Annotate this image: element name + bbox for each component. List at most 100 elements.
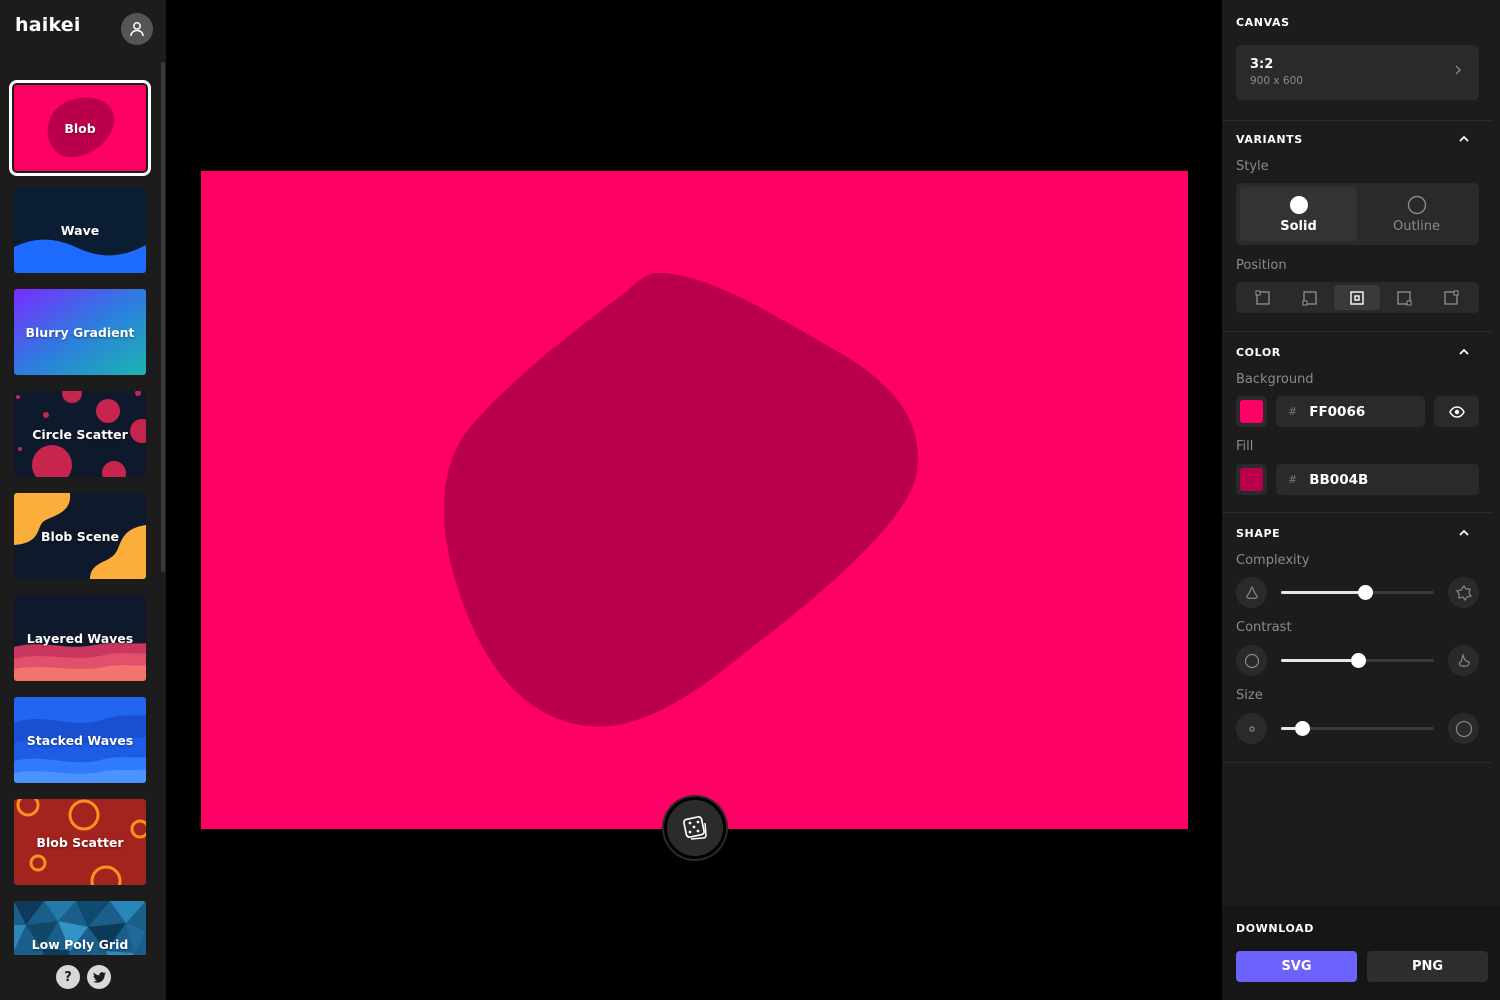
slider-fill xyxy=(1281,591,1366,594)
help-icon: ? xyxy=(64,969,72,985)
dice-icon xyxy=(683,816,707,840)
divider xyxy=(1222,512,1492,513)
generator-card-layered-waves[interactable]: Layered Waves xyxy=(14,595,146,681)
position-top-left-button[interactable] xyxy=(1240,285,1286,310)
size-slider[interactable] xyxy=(1281,721,1434,736)
circle-icon xyxy=(1244,653,1259,668)
twitter-button[interactable] xyxy=(87,965,111,989)
sidebar-scrollbar[interactable] xyxy=(161,62,165,572)
small-circle-icon xyxy=(1248,725,1255,732)
generator-card-stacked-waves[interactable]: Stacked Waves xyxy=(14,697,146,783)
sidebar-footer: ? xyxy=(0,955,166,1000)
generator-card-blob-scatter[interactable]: Blob Scatter xyxy=(14,799,146,885)
hash-symbol: # xyxy=(1288,473,1298,486)
complexity-slider[interactable] xyxy=(1281,585,1434,600)
fill-hex-value: BB004B xyxy=(1309,471,1369,488)
complexity-low-button[interactable] xyxy=(1236,577,1267,608)
background-hex-input[interactable]: # FF0066 xyxy=(1276,396,1425,427)
download-section: DOWNLOAD SVG PNG xyxy=(1222,906,1500,1000)
randomize-button[interactable] xyxy=(664,797,726,859)
position-center-icon xyxy=(1350,290,1364,305)
large-circle-icon xyxy=(1455,720,1472,737)
generator-label: Blob Scatter xyxy=(36,834,124,850)
generator-label: Low Poly Grid xyxy=(31,936,129,952)
generator-card-blob-scene[interactable]: Blob Scene xyxy=(14,493,146,579)
twitter-icon xyxy=(92,971,106,983)
complexity-slider-row xyxy=(1236,577,1479,608)
position-top-right-button[interactable] xyxy=(1428,285,1474,310)
toggle-background-visibility-button[interactable] xyxy=(1434,396,1479,427)
position-bottom-left-icon xyxy=(1302,290,1317,305)
background-color-label: Background xyxy=(1236,372,1314,387)
generator-label: Stacked Waves xyxy=(26,732,134,748)
generator-card-blurry-gradient[interactable]: Blurry Gradient xyxy=(14,289,146,375)
preview-canvas[interactable] xyxy=(201,171,1188,829)
size-large-button[interactable] xyxy=(1448,713,1479,744)
divider xyxy=(1222,331,1492,332)
solid-circle-icon xyxy=(1289,195,1308,214)
outline-circle-icon xyxy=(1407,195,1426,214)
generator-list: Blob Wave Blurry Gradient Circle Scatter… xyxy=(0,60,166,955)
fill-color-swatch[interactable] xyxy=(1236,464,1267,495)
chevron-up-icon[interactable] xyxy=(1458,346,1470,358)
chevron-up-icon[interactable] xyxy=(1458,527,1470,539)
download-png-button[interactable]: PNG xyxy=(1367,951,1488,982)
size-label: Size xyxy=(1236,688,1263,703)
chevron-up-icon[interactable] xyxy=(1458,133,1470,145)
download-svg-button[interactable]: SVG xyxy=(1236,951,1357,982)
generator-label: Blob Scene xyxy=(41,528,119,544)
fill-hex-input[interactable]: # BB004B xyxy=(1276,464,1479,495)
slider-fill xyxy=(1281,659,1358,662)
background-color-swatch[interactable] xyxy=(1236,396,1267,427)
chevron-right-icon xyxy=(1455,65,1461,75)
complexity-slider-handle[interactable] xyxy=(1358,585,1374,600)
style-outline-label: Outline xyxy=(1392,218,1441,234)
color-section-title: COLOR xyxy=(1236,346,1281,359)
generator-card-wave[interactable]: Wave xyxy=(14,187,146,273)
canvas-dimensions: 900 x 600 xyxy=(1250,75,1303,87)
generator-sidebar: haikei Blob Wave Blurry Gradient Circle … xyxy=(0,0,166,1000)
canvas-ratio: 3:2 xyxy=(1250,57,1274,72)
complexity-high-button[interactable] xyxy=(1448,577,1479,608)
blob-shape xyxy=(443,273,918,727)
contrast-slider[interactable] xyxy=(1281,653,1434,668)
shape-section-title: SHAPE xyxy=(1236,527,1281,540)
divider xyxy=(1222,762,1492,763)
variants-section-title: VARIANTS xyxy=(1236,133,1303,146)
generator-card-low-poly-grid[interactable]: Low Poly Grid xyxy=(14,901,146,955)
position-bottom-left-button[interactable] xyxy=(1287,285,1333,310)
generator-card-blob[interactable]: Blob xyxy=(9,80,151,176)
hash-symbol: # xyxy=(1288,405,1298,418)
position-bottom-right-button[interactable] xyxy=(1381,285,1427,310)
help-button[interactable]: ? xyxy=(56,965,80,989)
eye-icon xyxy=(1448,405,1465,418)
account-button[interactable] xyxy=(121,13,153,45)
position-label: Position xyxy=(1236,258,1287,273)
generator-label: Wave xyxy=(60,222,100,238)
style-outline-button[interactable]: Outline xyxy=(1358,187,1475,241)
haikei-app: haikei Blob Wave Blurry Gradient Circle … xyxy=(0,0,1500,1000)
canvas-size-selector[interactable]: 3:2 900 x 600 xyxy=(1236,45,1479,100)
contrast-high-button[interactable] xyxy=(1448,645,1479,676)
fill-color-label: Fill xyxy=(1236,439,1254,454)
generator-card-circle-scatter[interactable]: Circle Scatter xyxy=(14,391,146,477)
background-hex-value: FF0066 xyxy=(1309,403,1366,420)
generator-label: Blob xyxy=(64,120,96,136)
complex-blob-icon xyxy=(1455,584,1472,601)
haikei-logo[interactable]: haikei xyxy=(15,14,81,36)
position-bottom-right-icon xyxy=(1397,290,1412,305)
style-toggle: Solid Outline xyxy=(1236,183,1479,245)
position-top-left-icon xyxy=(1255,290,1270,305)
size-slider-handle[interactable] xyxy=(1295,721,1311,736)
generator-label: Circle Scatter xyxy=(32,426,128,442)
style-label: Style xyxy=(1236,159,1269,174)
contrast-low-button[interactable] xyxy=(1236,645,1267,676)
position-center-button[interactable] xyxy=(1334,285,1380,310)
settings-panel: CANVAS 3:2 900 x 600 VARIANTS Style Soli… xyxy=(1222,0,1500,1000)
size-small-button[interactable] xyxy=(1236,713,1267,744)
divider xyxy=(1222,120,1492,121)
complexity-label: Complexity xyxy=(1236,553,1310,568)
style-solid-button[interactable]: Solid xyxy=(1240,187,1357,241)
style-solid-label: Solid xyxy=(1280,218,1317,234)
contrast-slider-handle[interactable] xyxy=(1350,653,1366,668)
